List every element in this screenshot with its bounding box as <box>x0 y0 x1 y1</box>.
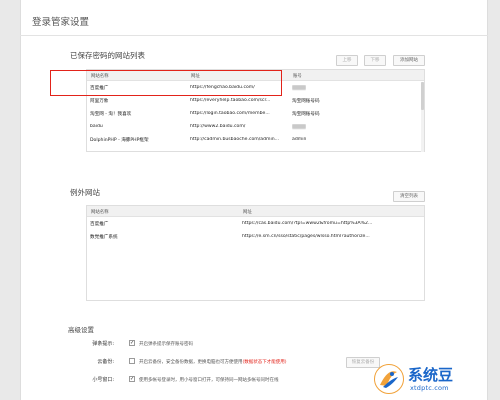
saved-sites-title: 已保存密码的网站列表 <box>70 51 145 60</box>
site-account: 淘宝网账号码 <box>292 99 320 104</box>
site-name: 淘宝网 - 淘！我喜欢 <box>90 112 132 117</box>
watermark-brand: 系统豆 <box>408 366 454 384</box>
site-account <box>292 124 306 131</box>
site-url: http://cadmin.busbaoche.com/admin... <box>190 137 280 142</box>
site-account <box>292 85 306 92</box>
table-row[interactable]: baidu http://www2.baidu.com/ <box>86 121 421 133</box>
cloud-backup-label: 云备份: <box>97 359 114 365</box>
column-header-url: 网址 <box>243 210 252 215</box>
table-row[interactable]: 百度推广 https://cas.baidu.com/?tpl=www2&fro… <box>86 218 421 230</box>
site-account: 淘宝网账号码 <box>292 112 320 117</box>
table-header: 网站名称 网址 <box>87 206 424 217</box>
watermark-logo-icon <box>380 371 398 388</box>
title-divider <box>20 35 488 36</box>
site-name: baidu <box>90 124 103 129</box>
site-account: admin <box>292 137 307 142</box>
popup-hint-label: 弹条提示: <box>92 341 114 347</box>
table-row[interactable]: 淘宝网 - 淘！我喜欢 https://login.taobao.com/mem… <box>86 108 421 120</box>
column-header-name: 网站名称 <box>91 210 109 215</box>
site-url: https://cas.baidu.com/?tpl=www2&fromu=ht… <box>242 221 373 226</box>
column-header-account: 账号 <box>293 74 302 79</box>
page-title: 登录管家设置 <box>32 17 90 28</box>
highlight-box <box>50 70 282 96</box>
add-site-button[interactable]: 添加网站 <box>393 55 425 66</box>
watermark: 系统豆 xtdptc.com <box>374 362 494 396</box>
watermark-domain: xtdptc.com <box>410 384 449 392</box>
watermark-logo <box>374 364 404 394</box>
site-url: https://e.sm.cn/sso/static/pages/wlsso.h… <box>242 234 370 239</box>
popup-hint-text: 开启弹条提示保存账号密码 <box>139 342 193 347</box>
table-row[interactable]: 数党推广系统 https://e.sm.cn/sso/static/pages/… <box>86 231 421 243</box>
clear-list-button[interactable]: 清空列表 <box>393 191 425 202</box>
popup-hint-checkbox[interactable]: ✓ <box>129 340 135 346</box>
cloud-backup-note: (数据状态下才能使用) <box>242 360 287 365</box>
site-name: 百度推广 <box>90 222 109 227</box>
move-down-button[interactable]: 下移 <box>364 55 386 66</box>
table-row[interactable]: 阿里万象 https://everyhelp.taobao.com/scr...… <box>86 95 421 107</box>
move-up-button[interactable]: 上移 <box>336 55 358 66</box>
cloud-backup-checkbox[interactable] <box>129 358 135 364</box>
small-window-text: 使用多帐号登录时，用小号窗口打开，可保持同一网站多帐号同时在线 <box>139 378 279 383</box>
cloud-backup-text: 开启云备份，安全备份数据，更换电脑也可方便使用(数据状态下才能使用) <box>139 359 287 365</box>
site-name: 阿里万象 <box>90 99 109 104</box>
advanced-settings-title: 高级设置 <box>68 326 94 334</box>
table-scrollbar-thumb[interactable] <box>421 82 424 110</box>
excluded-sites-title: 例外网站 <box>70 188 100 197</box>
site-name: 数党推广系统 <box>90 235 118 240</box>
blurred-account <box>292 85 306 90</box>
site-url: http://www2.baidu.com/ <box>190 124 246 129</box>
small-window-checkbox[interactable]: ✓ <box>129 376 135 382</box>
small-window-label: 小号窗口: <box>92 377 114 383</box>
table-row[interactable]: DolphinPHP - 海豚PHP框架 http://cadmin.busba… <box>86 134 421 146</box>
site-url: https://everyhelp.taobao.com/scr... <box>190 98 271 103</box>
site-url: https://login.taobao.com/membe... <box>190 111 270 116</box>
site-name: DolphinPHP - 海豚PHP框架 <box>90 138 149 143</box>
cloud-backup-description: 开启云备份，安全备份数据，更换电脑也可方便使用 <box>139 360 243 365</box>
blurred-account <box>292 124 306 129</box>
